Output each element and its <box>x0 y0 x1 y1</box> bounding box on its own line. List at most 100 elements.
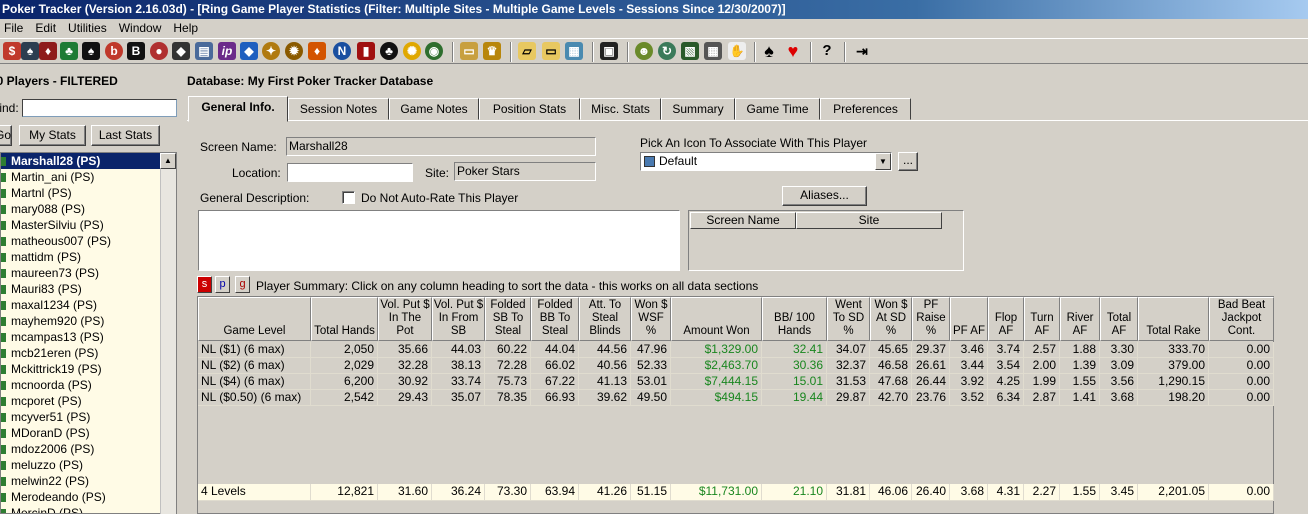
toolbar-icon-18[interactable]: ✺ <box>403 42 421 60</box>
folder-icon[interactable]: ▭ <box>542 42 560 60</box>
col-header-flop-af[interactable]: Flop AF <box>988 297 1024 341</box>
toolbar-icon-16[interactable]: ▮ <box>357 42 375 60</box>
scroll-up-arrow-icon[interactable]: ▲ <box>160 153 176 169</box>
toolbar-icon-chip[interactable]: ● <box>150 42 168 60</box>
summary-s-button[interactable]: s <box>197 276 212 293</box>
col-header-bb-100[interactable]: BB/ 100 Hands <box>762 297 827 341</box>
go-button[interactable]: Go <box>0 125 12 146</box>
player-list-item[interactable]: mary088 (PS) <box>1 201 176 217</box>
trophy-icon[interactable]: ♛ <box>483 42 501 60</box>
toolbar-icon-globe[interactable]: ◉ <box>425 42 443 60</box>
menu-edit[interactable]: Edit <box>35 21 56 35</box>
alias-col-site[interactable]: Site <box>796 212 942 229</box>
player-list-item[interactable]: maxal1234 (PS) <box>1 297 176 313</box>
menu-help[interactable]: Help <box>173 21 198 35</box>
find-input[interactable] <box>22 99 177 117</box>
location-input[interactable] <box>287 163 413 182</box>
menu-file[interactable]: File <box>4 21 23 35</box>
player-list-scrollbar[interactable] <box>160 153 176 514</box>
player-list-item[interactable]: Martnl (PS) <box>1 185 176 201</box>
player-list-item[interactable]: Merodeando (PS) <box>1 489 176 505</box>
summary-g-button[interactable]: g <box>235 276 250 293</box>
menu-utilities[interactable]: Utilities <box>68 21 107 35</box>
player-list-item[interactable]: MercinD (PS) <box>1 505 176 513</box>
chevron-down-icon[interactable]: ▼ <box>875 153 891 170</box>
menu-window[interactable]: Window <box>119 21 162 35</box>
toolbar-icon-9[interactable]: ▤ <box>195 42 213 60</box>
col-header-vpip[interactable]: Vol. Put $ In The Pot <box>378 297 432 341</box>
my-stats-button[interactable]: My Stats <box>19 125 86 146</box>
heart-icon[interactable]: ♥ <box>784 42 802 60</box>
col-header-went-sd[interactable]: Went To SD % <box>827 297 870 341</box>
player-list-item[interactable]: mayhem920 (PS) <box>1 313 176 329</box>
toolbar-icon-b-red[interactable]: b <box>105 42 123 60</box>
toolbar-icon-b-black[interactable]: B <box>127 42 145 60</box>
exit-icon[interactable]: ⇥ <box>853 42 871 60</box>
col-header-game-level[interactable]: Game Level <box>198 297 311 341</box>
browse-icon-button[interactable]: ... <box>898 152 918 171</box>
no-autorate-checkbox[interactable] <box>342 191 355 204</box>
player-list-item[interactable]: mcnoorda (PS) <box>1 377 176 393</box>
aliases-list[interactable]: Screen Name Site <box>688 210 964 271</box>
tab-summary[interactable]: Summary <box>661 98 735 120</box>
alias-col-screen-name[interactable]: Screen Name <box>690 212 796 229</box>
table-cell-game-level[interactable]: NL ($0.50) (6 max) <box>198 390 311 406</box>
tab-game-time[interactable]: Game Time <box>735 98 820 120</box>
general-description-textarea[interactable] <box>198 210 680 271</box>
tab-session-notes[interactable]: Session Notes <box>288 98 389 120</box>
toolbar-icon-3[interactable]: ♦ <box>39 42 57 60</box>
toolbar-icon-ip[interactable]: ip <box>218 42 236 60</box>
player-list-item[interactable]: Martin_ani (PS) <box>1 169 176 185</box>
col-header-river-af[interactable]: River AF <box>1060 297 1100 341</box>
refresh-icon[interactable]: ↻ <box>658 42 676 60</box>
toolbar-icon-17[interactable]: ♣ <box>380 42 398 60</box>
help-icon[interactable]: ? <box>818 42 836 60</box>
col-header-bad-beat[interactable]: Bad Beat Jackpot Cont. <box>1209 297 1274 341</box>
col-header-total-af[interactable]: Total AF <box>1100 297 1138 341</box>
col-header-folded-bb[interactable]: Folded BB To Steal <box>531 297 579 341</box>
hand-icon[interactable]: ✋ <box>728 42 746 60</box>
toolbar-icon-1[interactable]: $ <box>3 42 21 60</box>
save-icon[interactable]: ▣ <box>600 42 618 60</box>
col-header-turn-af[interactable]: Turn AF <box>1024 297 1060 341</box>
grid-icon[interactable]: ▦ <box>704 42 722 60</box>
toolbar-icon-15[interactable]: N <box>333 42 351 60</box>
aliases-button[interactable]: Aliases... <box>782 186 867 206</box>
player-list-item[interactable]: melwin22 (PS) <box>1 473 176 489</box>
player-list-item[interactable]: maureen73 (PS) <box>1 265 176 281</box>
last-stats-button[interactable]: Last Stats <box>91 125 160 146</box>
col-header-won-wsf[interactable]: Won $ WSF % <box>631 297 671 341</box>
table-cell-game-level[interactable]: NL ($2) (6 max) <box>198 358 311 374</box>
player-list-item[interactable]: mcb21eren (PS) <box>1 345 176 361</box>
player-list[interactable]: Marshall28 (PS) Martin_ani (PS) Martnl (… <box>0 152 177 514</box>
toolbar-icon-13[interactable]: ✹ <box>285 42 303 60</box>
toolbar-icon-players[interactable]: ☻ <box>635 42 653 60</box>
toolbar-icon-11[interactable]: ◆ <box>240 42 258 60</box>
spade-icon[interactable]: ♠ <box>760 42 778 60</box>
player-list-item[interactable]: MasterSilviu (PS) <box>1 217 176 233</box>
tab-game-notes[interactable]: Game Notes <box>389 98 479 120</box>
col-header-won-sd[interactable]: Won $ At SD % <box>870 297 912 341</box>
player-list-item[interactable]: mcporet (PS) <box>1 393 176 409</box>
player-list-item[interactable]: Mauri83 (PS) <box>1 281 176 297</box>
table-cell-game-level[interactable]: NL ($4) (6 max) <box>198 374 311 390</box>
player-list-item[interactable]: mdoz2006 (PS) <box>1 441 176 457</box>
tab-preferences[interactable]: Preferences <box>820 98 911 120</box>
player-list-item[interactable]: MDoranD (PS) <box>1 425 176 441</box>
player-list-item[interactable]: Marshall28 (PS) <box>1 153 176 169</box>
database-icon[interactable]: ▦ <box>565 42 583 60</box>
col-header-att-steal[interactable]: Att. To Steal Blinds <box>579 297 631 341</box>
player-list-item[interactable]: mcampas13 (PS) <box>1 329 176 345</box>
toolbar-icon-5[interactable]: ♠ <box>82 42 100 60</box>
col-header-vpip-sb[interactable]: Vol. Put $ In From SB <box>432 297 485 341</box>
player-list-item[interactable]: Mckittrick19 (PS) <box>1 361 176 377</box>
toolbar-icon-graph[interactable]: ▧ <box>681 42 699 60</box>
toolbar-icon-2[interactable]: ♠ <box>21 42 39 60</box>
tab-general-info[interactable]: General Info. <box>188 96 288 122</box>
tab-misc-stats[interactable]: Misc. Stats <box>580 98 661 120</box>
toolbar-icon-12[interactable]: ✦ <box>262 42 280 60</box>
player-list-item[interactable]: matheous007 (PS) <box>1 233 176 249</box>
player-list-item[interactable]: mattidm (PS) <box>1 249 176 265</box>
player-list-item[interactable]: mcyver51 (PS) <box>1 409 176 425</box>
col-header-folded-sb[interactable]: Folded SB To Steal <box>485 297 531 341</box>
